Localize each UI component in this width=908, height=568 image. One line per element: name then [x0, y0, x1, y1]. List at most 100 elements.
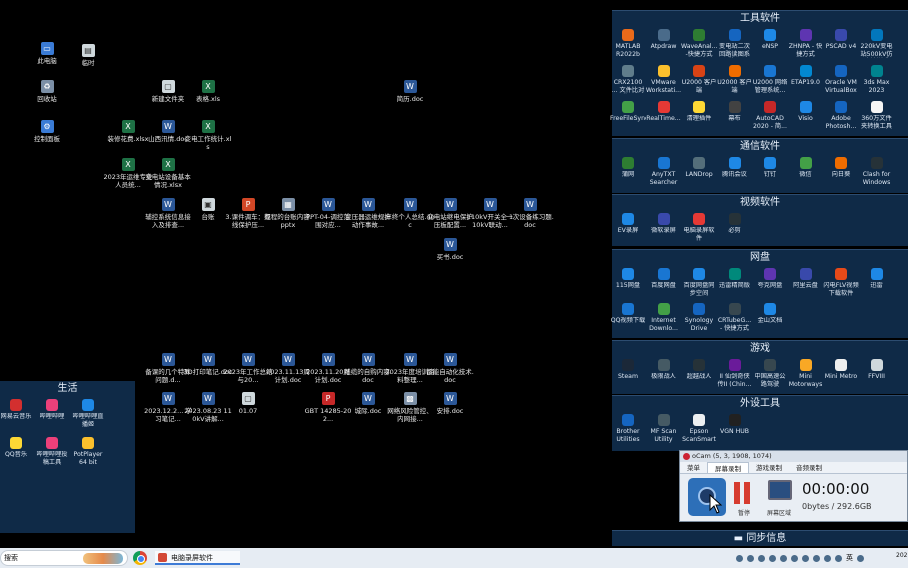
fence-shortcut[interactable]: 必剪: [717, 213, 753, 235]
fence-shortcut[interactable]: Mini Metro: [823, 359, 859, 381]
ocam-titlebar[interactable]: oCam (5, 3, 1908, 1074): [680, 451, 907, 462]
fence-shortcut[interactable]: 百度网盘同步空间: [681, 268, 717, 297]
fence-shortcut[interactable]: U2000 客户端: [717, 65, 753, 94]
fence-shortcut[interactable]: FFVIII: [859, 359, 895, 381]
desktop-icon[interactable]: X 表格.xls: [183, 80, 233, 103]
tab-screen-record[interactable]: 屏幕录制: [707, 462, 749, 473]
fence-shortcut[interactable]: 变电站二次回路读图系统...: [717, 29, 753, 58]
fence-shortcut[interactable]: PotPlayer 64 bit: [70, 437, 106, 466]
taskbar-search[interactable]: 搜索: [0, 550, 128, 566]
fence-shortcut[interactable]: 清理插件: [681, 101, 717, 123]
fence-shortcut[interactable]: 迅雷: [859, 268, 895, 290]
fence-shortcut[interactable]: AutoCAD 2020 - 简...: [752, 101, 788, 130]
desktop-icon[interactable]: W 智能自动化技术.doc: [425, 353, 475, 384]
fence-shortcut[interactable]: 蒲网: [610, 157, 646, 179]
fence-shortcut[interactable]: 中国高速公路驾驶 (Chinese P...: [752, 359, 788, 388]
fence-shortcut[interactable]: 哔哩哔哩投稿工具: [34, 437, 70, 466]
desktop-icon[interactable]: ▤ 临时: [63, 44, 113, 67]
fence-shortcut[interactable]: 超越战人: [681, 359, 717, 381]
tray-settings-icon[interactable]: [857, 554, 864, 562]
fence-shortcut[interactable]: EV录屏: [610, 213, 646, 235]
tray-language[interactable]: 英: [846, 548, 853, 568]
fence-shortcut[interactable]: eNSP: [752, 29, 788, 51]
tray-network-icon[interactable]: [802, 554, 809, 562]
fence-shortcut[interactable]: U2000 网络管理系统...: [752, 65, 788, 94]
desktop-icon[interactable]: ♻ 回收站: [22, 80, 72, 103]
fence-shortcut[interactable]: AnyTXT Searcher: [646, 157, 682, 186]
fence-shortcut[interactable]: 钉钉: [752, 157, 788, 179]
fence-shortcut[interactable]: 电脑录屏软件: [681, 213, 717, 242]
desktop-icon[interactable]: ⚙ 控制面板: [22, 120, 72, 143]
fence-shortcut[interactable]: Atpdraw: [646, 29, 682, 51]
fence-shortcut[interactable]: 哔哩哔哩: [34, 399, 70, 421]
fence-shortcut[interactable]: 3ds Max 2023: [859, 65, 895, 94]
fence-shortcut[interactable]: 闪电FLV视频下载软件: [823, 268, 859, 297]
tray-wechat-icon[interactable]: [791, 554, 798, 562]
fence-shortcut[interactable]: PSCAD v4: [823, 29, 859, 51]
fence-shortcut[interactable]: MATLAB R2022b: [610, 29, 646, 58]
fence-shortcut[interactable]: 哔哩哔哩直播姬: [70, 399, 106, 428]
fence-shortcut[interactable]: 阿里云盘: [788, 268, 824, 290]
tray-sync-icon[interactable]: [824, 554, 831, 562]
fence-shortcut[interactable]: 网易云音乐: [0, 399, 34, 421]
desktop-icon[interactable]: X 变电站设备基本情况.xlsx: [143, 158, 193, 189]
fence-shortcut[interactable]: 迅雷精简版: [717, 268, 753, 290]
tray-check-icon[interactable]: [736, 554, 743, 562]
fence-shortcut[interactable]: Synology Drive Client: [681, 303, 717, 332]
fence-shortcut[interactable]: RealTime...: [646, 101, 682, 123]
desktop-icon[interactable]: W 买书.doc: [425, 238, 475, 261]
tray-cloud-icon[interactable]: [747, 554, 754, 562]
fence-shortcut[interactable]: Oracle VM VirtualBox: [823, 65, 859, 94]
tab-audio-record[interactable]: 音频录制: [789, 462, 829, 473]
fence-shortcut[interactable]: 腾讯会议: [717, 157, 753, 179]
fence-shortcut[interactable]: VGN HUB: [717, 414, 753, 436]
fence-shortcut[interactable]: 极限战人: [646, 359, 682, 381]
desktop-icon[interactable]: X 变电工作统计.xls: [183, 120, 233, 151]
fence-shortcut[interactable]: CRTubeG... - 快捷方式: [717, 303, 753, 332]
fence-shortcut[interactable]: 幕布: [717, 101, 753, 123]
desktop-icon[interactable]: W 简历.doc: [385, 80, 435, 103]
fence-shortcut[interactable]: 金山文档: [752, 303, 788, 325]
fence-shortcut[interactable]: Brother Utilities: [610, 414, 646, 443]
fence-shortcut[interactable]: 夸克网盘: [752, 268, 788, 290]
fence-shortcut[interactable]: FreeFileSync: [610, 101, 646, 123]
fence-shortcut[interactable]: MF Scan Utility: [646, 414, 682, 443]
fence-shortcut[interactable]: 115网盘: [610, 268, 646, 290]
tab-menu[interactable]: 菜单: [680, 462, 707, 473]
tray-app-icon-1[interactable]: [758, 554, 765, 562]
fence-shortcut[interactable]: QQ视频下载: [610, 303, 646, 325]
tray-bluetooth-icon[interactable]: [780, 554, 787, 562]
desktop-icon[interactable]: ▢ 01.07: [223, 392, 273, 415]
fence-shortcut[interactable]: ETAP19.0: [788, 65, 824, 87]
fence-shortcut[interactable]: LANDrop: [681, 157, 717, 179]
tray-app-icon-2[interactable]: [769, 554, 776, 562]
fence-shortcut[interactable]: VMware Workstati...: [646, 65, 682, 94]
fence-shortcut[interactable]: Steam: [610, 359, 646, 381]
fence-shortcut[interactable]: Internet Downlo...: [646, 303, 682, 332]
clock[interactable]: 202: [896, 552, 907, 559]
chrome-taskbar-button[interactable]: [133, 551, 147, 565]
fence-shortcut[interactable]: QQ音乐: [0, 437, 34, 459]
fence-shortcut[interactable]: Clash for Windows: [859, 157, 895, 186]
tray-ime-icon[interactable]: [835, 554, 842, 562]
fence-shortcut[interactable]: 微软录屏: [646, 213, 682, 235]
fence-shortcut[interactable]: 百度网盘: [646, 268, 682, 290]
pause-button[interactable]: [734, 482, 752, 504]
fence-shortcut[interactable]: ZHNPA - 快捷方式: [788, 29, 824, 58]
fence-shortcut[interactable]: Mini Motorways: [788, 359, 824, 388]
taskbar-window-button[interactable]: 电脑录屏软件: [155, 551, 240, 565]
screen-area-button[interactable]: [768, 480, 792, 500]
tab-game-record[interactable]: 游戏录制: [749, 462, 789, 473]
fence-shortcut[interactable]: CRX2100 ... 文件比对分...: [610, 65, 646, 94]
desktop-icon[interactable]: W 一次设备练习题.doc: [505, 198, 555, 229]
fence-shortcut[interactable]: II 仙剑奇侠传II (Chin...: [717, 359, 753, 388]
tray-volume-icon[interactable]: [813, 554, 820, 562]
fence-shortcut[interactable]: 向日葵: [823, 157, 859, 179]
fence-shortcut[interactable]: Visio: [788, 101, 824, 123]
fence-shortcut[interactable]: 360万文件夹转换工具: [859, 101, 895, 130]
fence-sync[interactable]: ▬ 同步信息: [612, 530, 908, 546]
fence-shortcut[interactable]: Adobe Photosh...: [823, 101, 859, 130]
fence-shortcut[interactable]: Epson ScanSmart: [681, 414, 717, 443]
desktop-icon[interactable]: W 安排.doc: [425, 392, 475, 415]
fence-shortcut[interactable]: WaveAnal... -快捷方式: [681, 29, 717, 58]
